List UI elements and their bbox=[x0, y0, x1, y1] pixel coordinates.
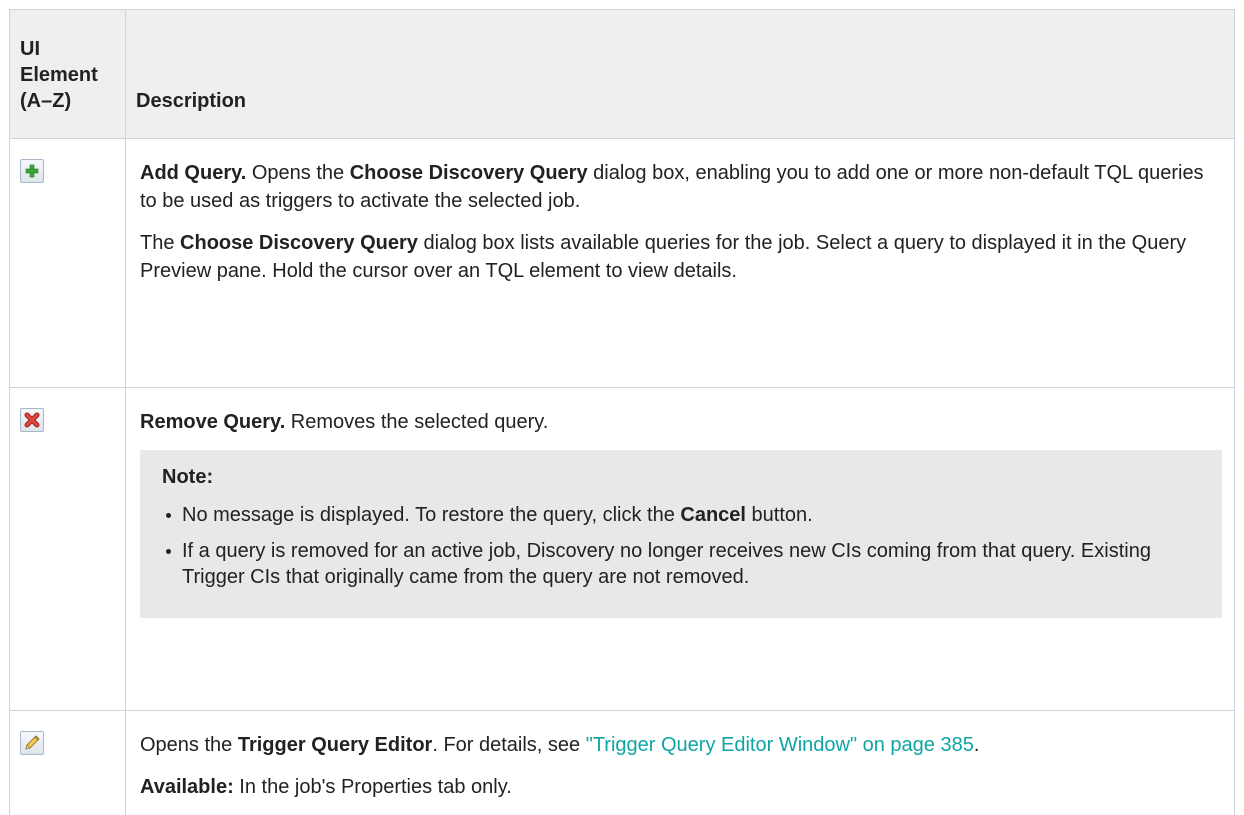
note-list: No message is displayed. To restore the … bbox=[162, 502, 1206, 590]
header-ui-element-line1: UI bbox=[20, 38, 40, 60]
term-cancel: Cancel bbox=[680, 504, 746, 526]
description-text: Opens the bbox=[246, 162, 349, 184]
term-remove-query: Remove Query. bbox=[140, 411, 285, 433]
description-text: The bbox=[140, 232, 180, 254]
description-paragraph: Opens the Trigger Query Editor. For deta… bbox=[140, 731, 1222, 759]
description-cell: Add Query. Opens the Choose Discovery Qu… bbox=[126, 139, 1235, 388]
trigger-query-editor-window-link[interactable]: "Trigger Query Editor Window" on page 38… bbox=[586, 734, 974, 756]
header-ui-element-line2: Element bbox=[20, 64, 98, 86]
header-description: Description bbox=[126, 10, 1235, 139]
header-ui-element: UI Element (A–Z) bbox=[10, 10, 126, 139]
note-text: If a query is removed for an active job,… bbox=[182, 540, 1151, 588]
ui-element-cell bbox=[10, 139, 126, 388]
table-header-row: UI Element (A–Z) Description bbox=[10, 10, 1235, 139]
table-row: Add Query. Opens the Choose Discovery Qu… bbox=[10, 139, 1235, 388]
description-text: In the job's Properties tab only. bbox=[234, 776, 512, 798]
description-text: . bbox=[974, 734, 980, 756]
term-trigger-query-editor: Trigger Query Editor bbox=[238, 734, 432, 756]
note-text: No message is displayed. To restore the … bbox=[182, 504, 680, 526]
note-text: button. bbox=[746, 504, 813, 526]
description-paragraph: The Choose Discovery Query dialog box li… bbox=[140, 229, 1222, 285]
description-paragraph: Remove Query. Removes the selected query… bbox=[140, 408, 1222, 436]
description-text: Removes the selected query. bbox=[285, 411, 548, 433]
edit-query-icon[interactable] bbox=[20, 731, 44, 755]
term-choose-discovery-query: Choose Discovery Query bbox=[350, 162, 588, 184]
ui-element-cell bbox=[10, 711, 126, 815]
description-text: . For details, see bbox=[432, 734, 585, 756]
ui-element-cell bbox=[10, 388, 126, 711]
description-text: Opens the bbox=[140, 734, 238, 756]
list-item: If a query is removed for an active job,… bbox=[162, 538, 1206, 590]
ui-elements-table: UI Element (A–Z) Description Ad bbox=[9, 9, 1235, 815]
note-title: Note: bbox=[162, 464, 1206, 490]
description-paragraph: Add Query. Opens the Choose Discovery Qu… bbox=[140, 159, 1222, 215]
description-paragraph: Available: In the job's Properties tab o… bbox=[140, 773, 1222, 801]
add-query-icon[interactable] bbox=[20, 159, 44, 183]
remove-query-icon[interactable] bbox=[20, 408, 44, 432]
description-cell: Remove Query. Removes the selected query… bbox=[126, 388, 1235, 711]
table-row: Opens the Trigger Query Editor. For deta… bbox=[10, 711, 1235, 815]
description-cell: Opens the Trigger Query Editor. For deta… bbox=[126, 711, 1235, 815]
term-available: Available: bbox=[140, 776, 234, 798]
term-choose-discovery-query: Choose Discovery Query bbox=[180, 232, 418, 254]
header-ui-element-line3: (A–Z) bbox=[20, 90, 71, 112]
note-box: Note: No message is displayed. To restor… bbox=[140, 450, 1222, 618]
list-item: No message is displayed. To restore the … bbox=[162, 502, 1206, 528]
term-add-query: Add Query. bbox=[140, 162, 246, 184]
table-row: Remove Query. Removes the selected query… bbox=[10, 388, 1235, 711]
